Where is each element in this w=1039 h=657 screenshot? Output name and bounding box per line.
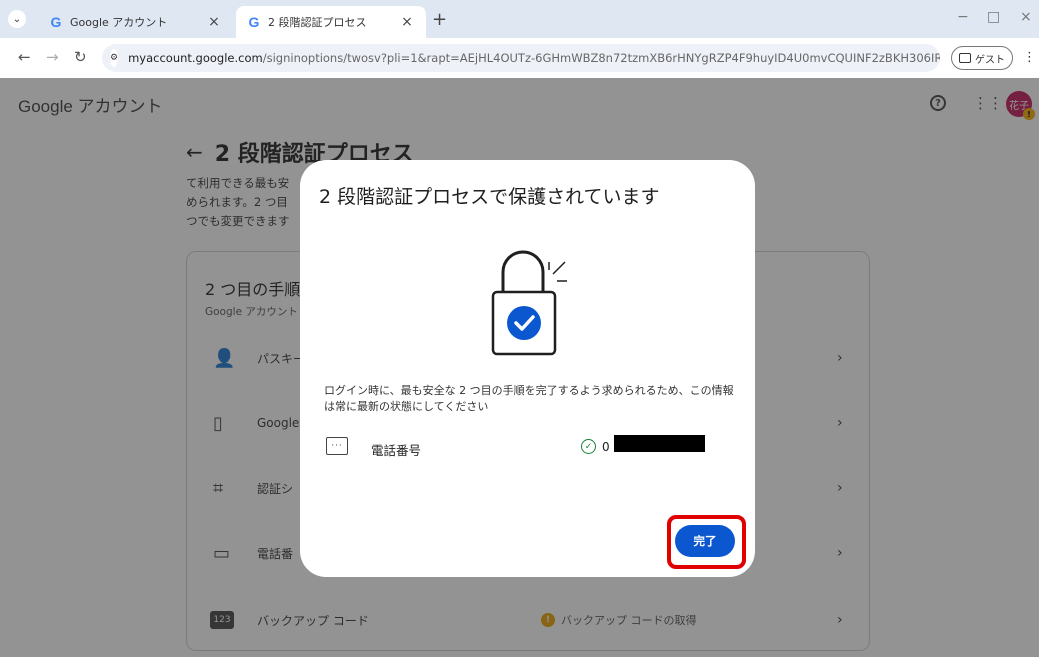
- back-icon[interactable]: ←: [18, 48, 31, 66]
- url-path: /signinoptions/twosv?pli=1&rapt=AEjHL4OU…: [262, 51, 940, 65]
- address-bar[interactable]: ⚙ myaccount.google.com/signinoptions/two…: [102, 44, 940, 72]
- tab-search-icon[interactable]: ⌄: [8, 10, 26, 28]
- google-favicon-icon: G: [50, 14, 62, 30]
- site-info-icon[interactable]: ⚙: [110, 49, 119, 67]
- dialog-body: ログイン時に、最も安全な 2 つ目の手順を完了するよう求められるため、この情報は…: [324, 384, 734, 413]
- dialog-title: 2 段階認証プロセスで保護されています: [319, 186, 660, 208]
- reload-icon[interactable]: ↻: [74, 48, 87, 66]
- tab-two-step[interactable]: G 2 段階認証プロセス ×: [236, 6, 426, 38]
- window-close-icon[interactable]: ×: [1020, 9, 1032, 25]
- tab-title: 2 段階認証プロセス: [268, 16, 367, 29]
- tab-google-account[interactable]: G Google アカウント ×: [38, 6, 233, 38]
- close-icon[interactable]: ×: [203, 14, 225, 30]
- forward-icon[interactable]: →: [46, 48, 59, 66]
- browser-toolbar: ← → ↻ ⚙ myaccount.google.com/signinoptio…: [0, 38, 1039, 78]
- lock-check-icon: [491, 250, 567, 356]
- guest-label: ゲスト: [975, 54, 1005, 66]
- page: Google アカウント ? ⋮⋮⋮ 花子 ! ← 2 段階認証プロセス て利用…: [0, 78, 1039, 657]
- redaction-bar: [614, 435, 705, 452]
- check-circle-icon: ✓: [581, 439, 596, 454]
- browser-tabstrip: ⌄ G Google アカウント × G 2 段階認証プロセス × + − □ …: [0, 0, 1039, 38]
- sms-icon: ···: [326, 437, 348, 455]
- maximize-icon[interactable]: □: [987, 9, 1000, 25]
- guest-profile-button[interactable]: ゲスト: [951, 46, 1013, 70]
- new-tab-icon[interactable]: +: [432, 9, 447, 30]
- minimize-icon[interactable]: −: [957, 9, 969, 25]
- profile-icon: [959, 53, 971, 63]
- url-host: myaccount.google.com: [128, 51, 263, 65]
- google-favicon-icon: G: [248, 14, 260, 30]
- protected-dialog: 2 段階認証プロセスで保護されています ログイン時に、最も安全な 2 つ目の手順…: [300, 160, 755, 577]
- browser-menu-icon[interactable]: ⋮: [1023, 50, 1036, 65]
- done-button[interactable]: 完了: [675, 525, 735, 557]
- phone-value: 0: [602, 440, 610, 454]
- phone-number-row: ··· 電話番号 ✓ 0: [326, 435, 726, 465]
- tab-title: Google アカウント: [70, 16, 168, 29]
- close-icon[interactable]: ×: [396, 14, 418, 30]
- phone-label: 電話番号: [371, 443, 422, 458]
